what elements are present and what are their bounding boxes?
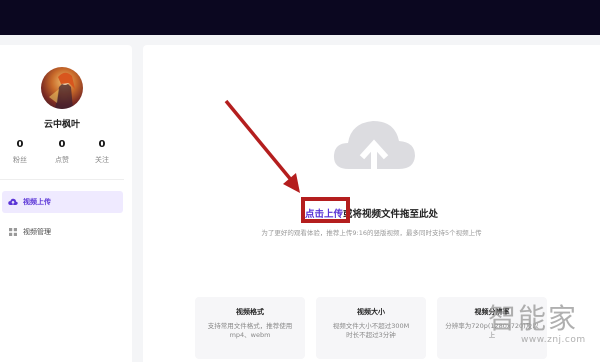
card-title: 视频格式 (236, 308, 264, 316)
upload-cloud-icon[interactable] (331, 117, 417, 173)
upload-prompt: 点击上传或将视频文件拖至此处 (143, 206, 600, 220)
stat-following[interactable]: 0 关注 (84, 139, 120, 165)
card-text: 时长不超过3分钟 (346, 331, 396, 339)
sidebar-item-video-upload[interactable]: 视频上传 (2, 191, 123, 213)
info-card-size: 视频大小 视频文件大小不超过300M 时长不超过3分钟 (316, 297, 426, 359)
upload-hint: 为了更好的观看体验，推荐上传9:16的竖版视频，最多同时支持5个视频上传 (261, 229, 482, 237)
username: 云中枫叶 (43, 120, 80, 130)
info-card-format: 视频格式 支持常用文件格式，推荐使用 mp4、webm (195, 297, 305, 359)
sidebar: 云中枫叶 0 粉丝 0 点赞 0 关注 视频上传 视频管理 (0, 45, 132, 362)
stat-value: 0 (16, 139, 24, 150)
watermark-url: www.znj.com (521, 335, 586, 345)
stat-fans[interactable]: 0 粉丝 (2, 139, 38, 165)
card-text: mp4、webm (229, 331, 271, 339)
sidebar-divider (0, 179, 124, 180)
stat-value: 0 (58, 139, 66, 150)
card-text: 支持常用文件格式，推荐使用 (207, 322, 293, 330)
stat-likes[interactable]: 0 点赞 (44, 139, 80, 165)
sidebar-item-video-manage[interactable]: 视频管理 (2, 221, 123, 243)
stat-value: 0 (98, 139, 106, 150)
grid-icon (8, 227, 18, 237)
avatar-image (49, 72, 75, 109)
watermark: 智能家 www.znj.com (488, 297, 598, 357)
stat-label: 粉丝 (13, 156, 27, 164)
avatar[interactable] (41, 67, 83, 109)
annotation-highlight-box (301, 197, 350, 223)
stat-label: 关注 (95, 156, 109, 164)
sidebar-item-label: 视频管理 (23, 228, 51, 236)
top-bar (0, 0, 600, 35)
card-title: 视频大小 (357, 308, 385, 316)
drag-hint-text: 或将视频文件拖至此处 (343, 209, 439, 220)
upload-cloud-icon (8, 197, 18, 207)
stat-label: 点赞 (55, 156, 69, 164)
card-text: 视频文件大小不超过300M (332, 322, 410, 330)
sidebar-item-label: 视频上传 (23, 198, 51, 206)
watermark-logo-text: 智能家 (488, 302, 579, 335)
